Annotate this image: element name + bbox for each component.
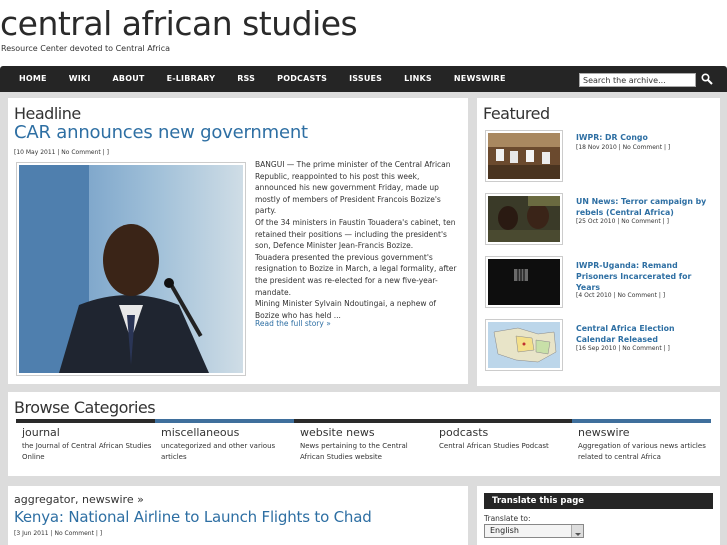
search-input[interactable] — [579, 73, 696, 87]
category-name[interactable]: miscellaneous — [161, 426, 295, 439]
category-website-news[interactable]: website news News pertaining to the Cent… — [294, 419, 434, 462]
category-journal[interactable]: journal the Journal of Central African S… — [16, 419, 156, 462]
nav-e-library[interactable]: E-LIBRARY — [156, 66, 227, 92]
latest-meta: [3 Jun 2011 | No Comment | ] — [14, 530, 103, 537]
language-select[interactable]: English — [484, 524, 584, 538]
translate-label: Translate to: — [484, 514, 531, 523]
read-more-link[interactable]: Read the full story » — [255, 318, 331, 330]
featured-meta-3: [4 Oct 2010 | No Comment | ] — [576, 292, 666, 299]
category-desc: News pertaining to the Central African S… — [300, 442, 408, 461]
featured-thumb-3[interactable] — [485, 256, 563, 308]
category-desc: the Journal of Central African Studies O… — [22, 442, 152, 461]
headline-panel: Headline CAR announces new government [1… — [8, 98, 468, 384]
category-name[interactable]: journal — [22, 426, 156, 439]
headline-meta: [10 May 2011 | No Comment | ] — [14, 149, 109, 156]
prison-window-icon — [488, 259, 560, 305]
rebels-image-icon — [488, 196, 560, 242]
category-desc: Central African Studies Podcast — [439, 442, 549, 450]
speaker-photo-icon — [19, 165, 243, 373]
featured-thumb-2[interactable] — [485, 193, 563, 245]
featured-thumb-4[interactable] — [485, 319, 563, 371]
translate-panel: Translate this page Translate to: Englis… — [477, 486, 720, 545]
headline-paragraph: Touadera presented the previous governme… — [255, 252, 457, 297]
featured-title-1[interactable]: IWPR: DR Congo — [576, 132, 716, 143]
featured-title-3[interactable]: IWPR-Uganda: Remand Prisoners Incarcerat… — [576, 260, 716, 293]
headline-body: BANGUI — The prime minister of the Centr… — [255, 159, 461, 321]
chevron-down-icon[interactable] — [571, 525, 583, 537]
latest-article-panel: aggregator, newswire » Kenya: National A… — [8, 486, 468, 545]
featured-meta-2: [25 Oct 2010 | No Comment | ] — [576, 218, 669, 225]
latest-title-link[interactable]: Kenya: National Airline to Launch Flight… — [14, 508, 372, 526]
nav-home[interactable]: HOME — [8, 66, 58, 92]
nav-rss[interactable]: RSS — [226, 66, 266, 92]
headline-title-link[interactable]: CAR announces new government — [14, 122, 308, 143]
nav-about[interactable]: ABOUT — [102, 66, 156, 92]
category-miscellaneous[interactable]: miscellaneous uncategorized and other va… — [155, 419, 295, 462]
featured-meta-1: [18 Nov 2010 | No Comment | ] — [576, 144, 671, 151]
site-tagline: Resource Center devoted to Central Afric… — [1, 44, 171, 53]
site-title[interactable]: central african studies — [0, 4, 358, 44]
featured-section-label: Featured — [483, 104, 550, 123]
nav-podcasts[interactable]: PODCASTS — [266, 66, 338, 92]
search-icon[interactable] — [701, 73, 713, 85]
headline-section-label: Headline — [14, 104, 81, 123]
language-select-value: English — [490, 526, 519, 535]
featured-panel: Featured IWPR: DR Congo [18 Nov 2010 | N… — [477, 98, 720, 386]
category-name[interactable]: podcasts — [439, 426, 573, 439]
category-bar — [572, 419, 711, 423]
category-name[interactable]: newswire — [578, 426, 712, 439]
featured-thumb-1[interactable] — [485, 130, 563, 182]
headline-photo[interactable] — [16, 162, 246, 376]
nav-newswire[interactable]: NEWSWIRE — [443, 66, 517, 92]
classroom-image-icon — [488, 133, 560, 179]
category-bar — [294, 419, 433, 423]
category-name[interactable]: website news — [300, 426, 434, 439]
nav-issues[interactable]: ISSUES — [338, 66, 393, 92]
category-podcasts[interactable]: podcasts Central African Studies Podcast — [433, 419, 573, 452]
browse-section-label: Browse Categories — [14, 398, 156, 417]
featured-title-2[interactable]: UN News: Terror campaign by rebels (Cent… — [576, 196, 716, 218]
headline-paragraph: BANGUI — The prime minister of the Centr… — [255, 160, 451, 216]
category-desc: uncategorized and other various articles — [161, 442, 276, 461]
category-desc: Aggregation of various news articles rel… — [578, 442, 706, 461]
featured-meta-4: [16 Sep 2010 | No Comment | ] — [576, 345, 670, 352]
category-bar — [433, 419, 572, 423]
category-newswire[interactable]: newswire Aggregation of various news art… — [572, 419, 712, 462]
headline-paragraph: Of the 34 ministers in Faustin Touadera'… — [255, 217, 456, 251]
latest-category-line[interactable]: aggregator, newswire » — [14, 493, 144, 506]
nav-links[interactable]: LINKS — [393, 66, 443, 92]
map-image-icon — [488, 322, 560, 368]
category-bar — [16, 419, 155, 423]
category-bar — [155, 419, 294, 423]
translate-header: Translate this page — [484, 493, 713, 509]
browse-categories-panel: Browse Categories journal the Journal of… — [8, 392, 720, 476]
featured-title-4[interactable]: Central Africa Election Calendar Release… — [576, 323, 716, 345]
nav-wiki[interactable]: WIKI — [58, 66, 102, 92]
